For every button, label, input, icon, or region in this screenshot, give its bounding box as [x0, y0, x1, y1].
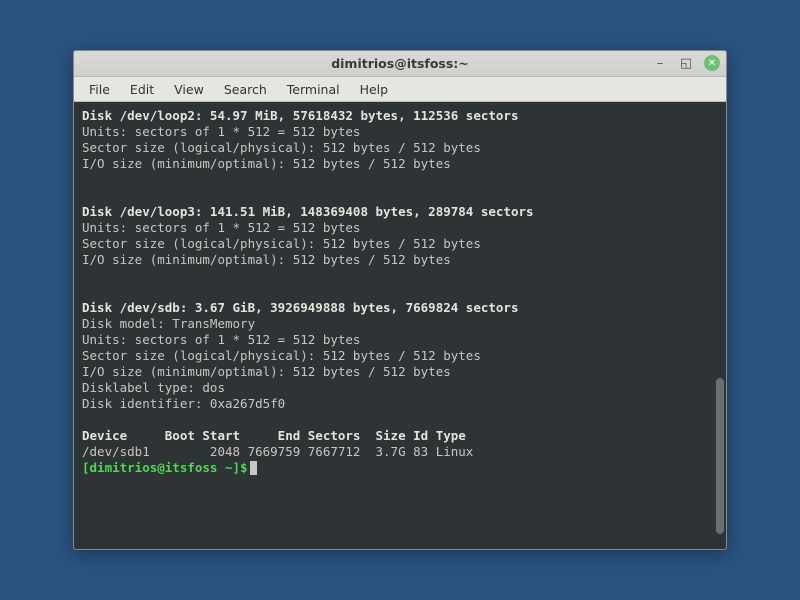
output-line: Sector size (logical/physical): 512 byte… — [82, 236, 481, 251]
partition-table-row: /dev/sdb1 2048 7669759 7667712 3.7G 83 L… — [82, 444, 473, 459]
output-line: Disklabel type: dos — [82, 380, 225, 395]
output-line: Units: sectors of 1 * 512 = 512 bytes — [82, 124, 360, 139]
cursor-icon — [250, 461, 257, 475]
output-line: Units: sectors of 1 * 512 = 512 bytes — [82, 220, 360, 235]
close-button[interactable]: ✕ — [704, 55, 720, 71]
menu-view[interactable]: View — [165, 79, 213, 100]
maximize-button[interactable]: ◱ — [678, 55, 694, 71]
output-line: Disk model: TransMemory — [82, 316, 255, 331]
scrollbar[interactable] — [716, 108, 724, 543]
menu-search[interactable]: Search — [215, 79, 276, 100]
partition-table-header: Device Boot Start End Sectors Size Id Ty… — [82, 428, 466, 443]
output-line: I/O size (minimum/optimal): 512 bytes / … — [82, 252, 451, 267]
menubar: File Edit View Search Terminal Help — [74, 77, 726, 102]
output-line: Disk /dev/sdb: 3.67 GiB, 3926949888 byte… — [82, 300, 519, 315]
output-line: Sector size (logical/physical): 512 byte… — [82, 140, 481, 155]
titlebar: dimitrios@itsfoss:~ – ◱ ✕ — [74, 51, 726, 77]
terminal-viewport[interactable]: Disk /dev/loop2: 54.97 MiB, 57618432 byt… — [74, 102, 726, 549]
output-line: I/O size (minimum/optimal): 512 bytes / … — [82, 364, 451, 379]
output-line: Disk /dev/loop3: 141.51 MiB, 148369408 b… — [82, 204, 534, 219]
output-line: I/O size (minimum/optimal): 512 bytes / … — [82, 156, 451, 171]
prompt-sign: $ — [240, 460, 248, 475]
output-line: Disk /dev/loop2: 54.97 MiB, 57618432 byt… — [82, 108, 519, 123]
terminal-window: dimitrios@itsfoss:~ – ◱ ✕ File Edit View… — [73, 50, 727, 550]
window-title: dimitrios@itsfoss:~ — [331, 56, 469, 71]
prompt-user: [dimitrios@itsfoss ~] — [82, 460, 240, 475]
menu-help[interactable]: Help — [351, 79, 398, 100]
menu-edit[interactable]: Edit — [121, 79, 163, 100]
output-line: Units: sectors of 1 * 512 = 512 bytes — [82, 332, 360, 347]
menu-file[interactable]: File — [80, 79, 119, 100]
scrollbar-thumb[interactable] — [716, 378, 724, 535]
minimize-button[interactable]: – — [652, 55, 668, 71]
menu-terminal[interactable]: Terminal — [278, 79, 349, 100]
output-line: Disk identifier: 0xa267d5f0 — [82, 396, 285, 411]
output-line: Sector size (logical/physical): 512 byte… — [82, 348, 481, 363]
window-controls: – ◱ ✕ — [652, 55, 720, 71]
